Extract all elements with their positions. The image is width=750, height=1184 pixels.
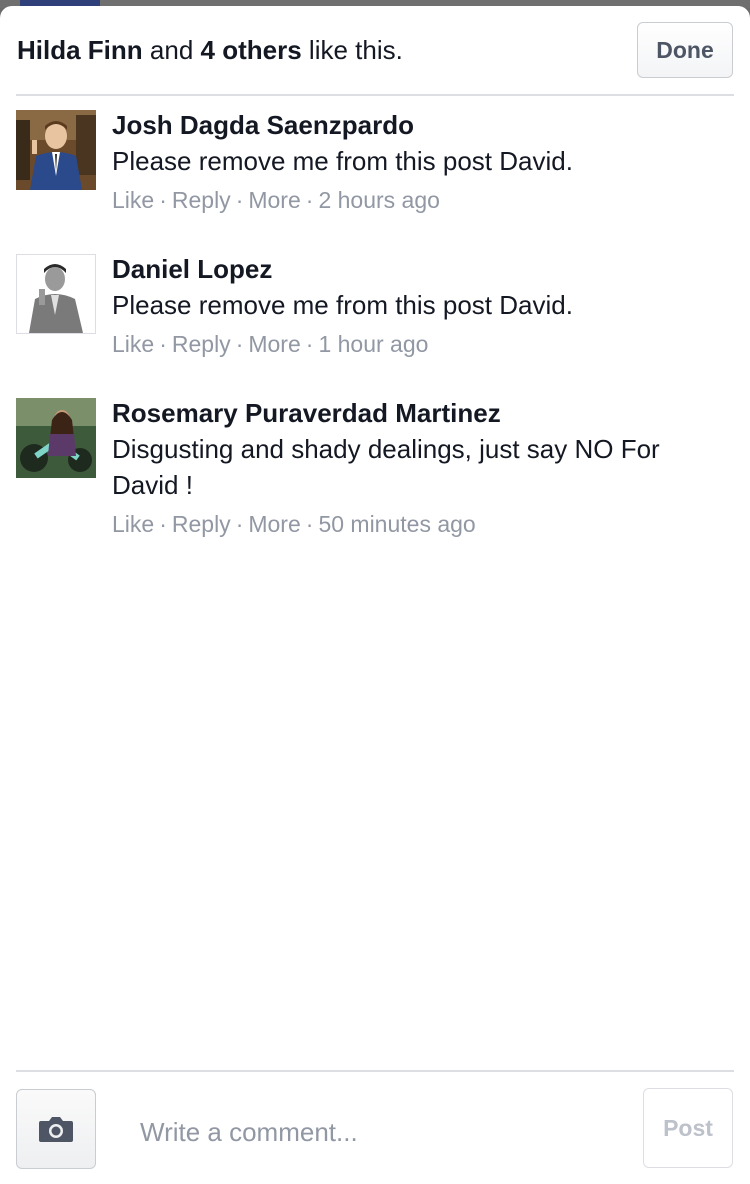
separator: · [235,331,244,357]
post-button[interactable]: Post [643,1088,733,1168]
comment-timestamp: 50 minutes ago [318,511,476,537]
comment-author[interactable]: Daniel Lopez [112,251,722,287]
reply-link[interactable]: Reply [172,511,231,537]
likes-others[interactable]: 4 others [201,35,302,65]
separator: · [305,331,314,357]
avatar[interactable] [16,398,96,478]
comment-actions: Like · Reply · More · 1 hour ago [112,329,722,359]
comment-text: Please remove me from this post David. [112,146,573,176]
separator: · [235,511,244,537]
camera-icon [39,1117,73,1142]
comment-actions: Like · Reply · More · 50 minutes ago [112,509,722,539]
likes-name[interactable]: Hilda Finn [17,35,143,65]
comments-sheet: Hilda Finn and 4 others like this. Done [0,6,750,1184]
separator: · [159,331,167,357]
comment-composer: Post [0,1072,750,1184]
camera-button[interactable] [16,1089,96,1169]
comment-input[interactable] [130,1112,620,1152]
likes-suffix: like this. [308,35,403,65]
comment-actions: Like · Reply · More · 2 hours ago [112,185,722,215]
header-divider [16,94,734,96]
more-link[interactable]: More [248,187,300,213]
separator: · [305,511,314,537]
separator: · [235,187,244,213]
more-link[interactable]: More [248,511,300,537]
comment-text: Please remove me from this post David. [112,290,573,320]
separator: · [305,187,314,213]
reply-link[interactable]: Reply [172,331,231,357]
likes-and: and [149,35,194,65]
like-link[interactable]: Like [112,331,154,357]
sheet-header: Hilda Finn and 4 others like this. Done [0,6,750,96]
avatar[interactable] [16,254,96,334]
comment-text: Disgusting and shady dealings, just say … [112,434,660,500]
reply-link[interactable]: Reply [172,187,231,213]
like-link[interactable]: Like [112,511,154,537]
comment-timestamp: 2 hours ago [318,187,440,213]
comment-author[interactable]: Josh Dagda Saenzpardo [112,107,722,143]
more-link[interactable]: More [248,331,300,357]
comment-author[interactable]: Rosemary Puraverdad Martinez [112,395,722,431]
like-link[interactable]: Like [112,187,154,213]
separator: · [159,187,167,213]
avatar[interactable] [16,110,96,190]
comment-timestamp: 1 hour ago [318,331,429,357]
done-button[interactable]: Done [637,22,733,78]
separator: · [159,511,167,537]
likes-summary[interactable]: Hilda Finn and 4 others like this. [17,35,403,66]
